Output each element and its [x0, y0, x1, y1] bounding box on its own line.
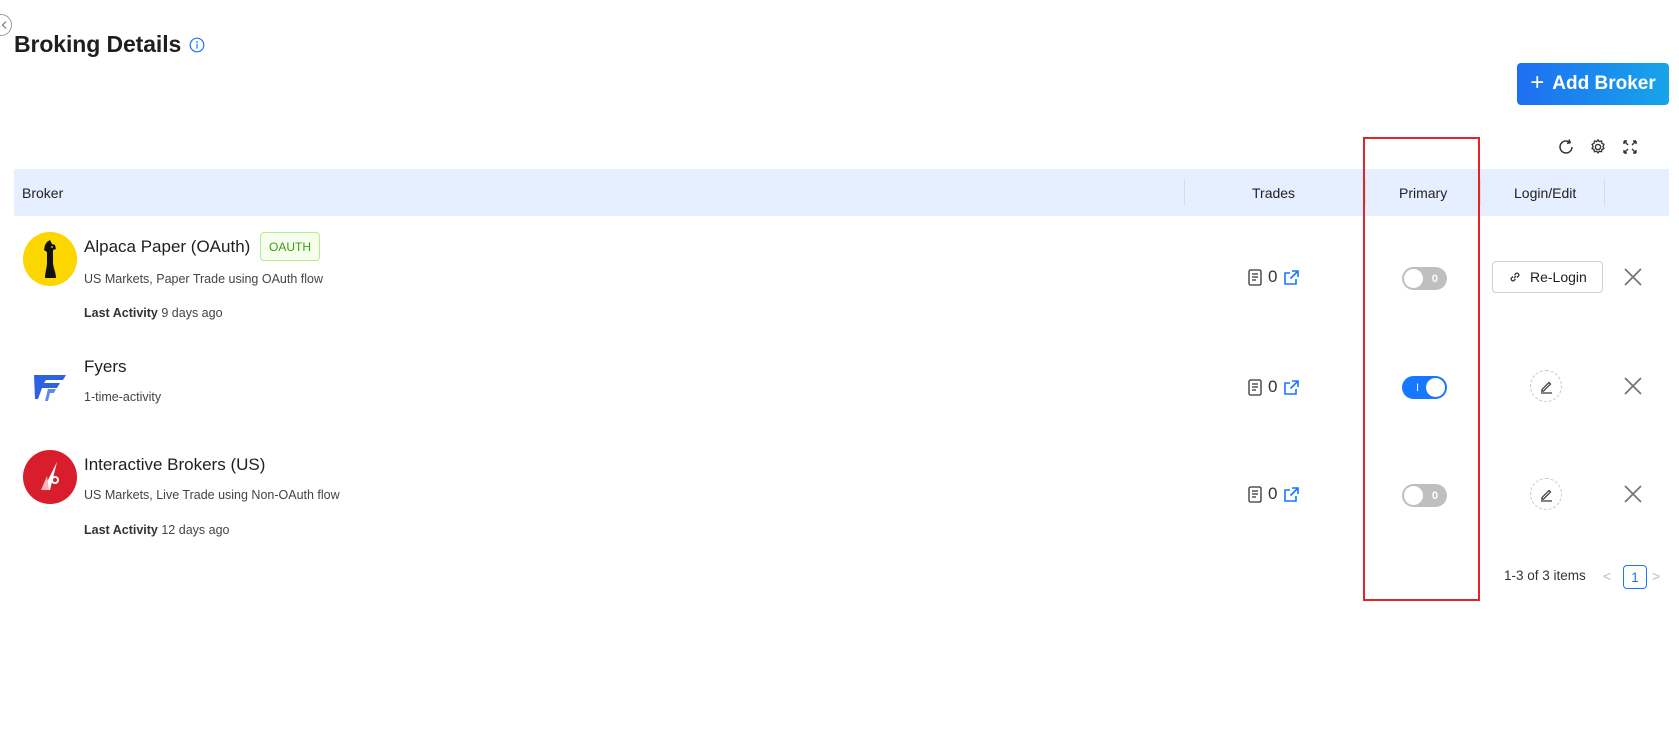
re-login-button[interactable]: Re-Login: [1492, 261, 1603, 293]
column-login-edit[interactable]: Login/Edit: [1514, 169, 1576, 216]
trades-cell: 0: [1248, 377, 1300, 397]
ibkr-logo: [23, 450, 77, 504]
document-icon: [1248, 268, 1262, 286]
last-activity: Last Activity 9 days ago: [84, 306, 223, 320]
document-icon: [1248, 378, 1262, 396]
close-icon: [1624, 377, 1642, 395]
refresh-icon[interactable]: [1556, 137, 1576, 157]
broker-description: 1-time-activity: [84, 390, 162, 404]
column-divider: [1184, 179, 1185, 206]
pagination-summary: 1-3 of 3 items: [1504, 568, 1586, 583]
pagination-next-button[interactable]: >: [1652, 568, 1660, 584]
chevron-left-icon: [1, 21, 7, 29]
column-divider: [1480, 179, 1481, 206]
delete-broker-button[interactable]: [1621, 482, 1645, 506]
column-divider: [1604, 179, 1605, 206]
document-icon: [1248, 485, 1262, 503]
last-activity-label: Last Activity: [84, 523, 158, 537]
add-broker-button[interactable]: + Add Broker: [1517, 63, 1669, 105]
external-link-icon[interactable]: [1283, 486, 1300, 503]
trades-count: 0: [1268, 267, 1278, 286]
sidebar-collapse-button[interactable]: [0, 14, 12, 36]
fullscreen-icon[interactable]: [1620, 137, 1640, 157]
external-link-icon[interactable]: [1283, 379, 1300, 396]
plus-icon: +: [1530, 69, 1545, 96]
oauth-tag: OAUTH: [260, 232, 320, 261]
broker-description: US Markets, Paper Trade using OAuth flow: [84, 272, 323, 286]
edit-broker-button[interactable]: [1530, 370, 1562, 402]
pagination-page-1[interactable]: 1: [1623, 565, 1647, 589]
delete-broker-button[interactable]: [1621, 265, 1645, 289]
page-header: Broking Details: [14, 31, 205, 58]
last-activity-value: 9 days ago: [161, 306, 223, 320]
column-trades[interactable]: Trades: [1252, 169, 1295, 216]
settings-icon[interactable]: [1588, 137, 1608, 157]
close-icon: [1624, 268, 1642, 286]
column-broker[interactable]: Broker: [22, 169, 63, 216]
broker-name: Fyers: [84, 357, 127, 376]
external-link-icon[interactable]: [1283, 269, 1300, 286]
last-activity: Last Activity 12 days ago: [84, 523, 229, 537]
alpaca-logo: [23, 232, 77, 286]
trades-cell: 0: [1248, 484, 1300, 504]
info-icon[interactable]: [189, 37, 205, 53]
trades-count: 0: [1268, 377, 1278, 396]
link-icon: [1510, 272, 1520, 282]
edit-icon: [1540, 489, 1552, 502]
trades-count: 0: [1268, 484, 1278, 503]
broker-name: Alpaca Paper (OAuth): [84, 237, 251, 256]
page-title: Broking Details: [14, 31, 182, 57]
add-broker-label: Add Broker: [1552, 73, 1656, 94]
re-login-label: Re-Login: [1530, 269, 1587, 285]
broker-name: Interactive Brokers (US): [84, 455, 266, 474]
edit-broker-button[interactable]: [1530, 478, 1562, 510]
last-activity-label: Last Activity: [84, 306, 158, 320]
pagination-prev-button[interactable]: <: [1603, 568, 1611, 584]
fyers-logo: [23, 360, 77, 414]
edit-icon: [1540, 381, 1552, 394]
last-activity-value: 12 days ago: [161, 523, 230, 537]
primary-column-highlight: [1363, 137, 1480, 601]
broker-description: US Markets, Live Trade using Non-OAuth f…: [84, 488, 340, 502]
close-icon: [1624, 485, 1642, 503]
delete-broker-button[interactable]: [1621, 374, 1645, 398]
trades-cell: 0: [1248, 267, 1300, 287]
